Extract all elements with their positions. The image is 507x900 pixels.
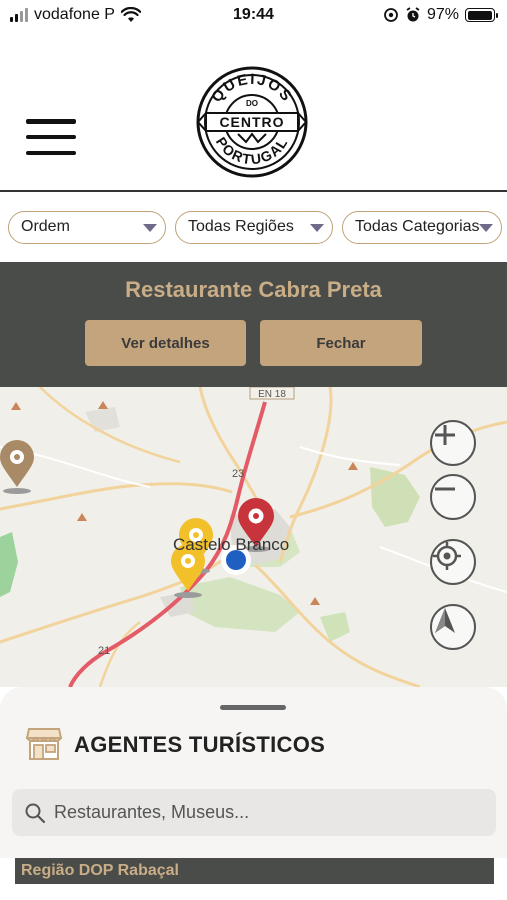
- search-bar[interactable]: [12, 789, 496, 836]
- crosshair-icon: [433, 542, 461, 570]
- zoom-in-button[interactable]: [430, 420, 476, 466]
- order-dropdown-label: Ordem: [21, 218, 70, 235]
- map-view[interactable]: EN 18 23 21 Castelo Branco: [0, 387, 507, 687]
- place-title: Restaurante Cabra Preta: [125, 277, 382, 302]
- svg-text:CENTRO: CENTRO: [219, 114, 284, 130]
- plus-icon: [435, 425, 455, 445]
- status-right: 97%: [383, 6, 498, 24]
- bottom-sheet: AGENTES TURÍSTICOS Região DOP Rabaçal: [0, 687, 507, 900]
- chevron-down-icon: [479, 223, 493, 232]
- road-label-23: 23: [232, 468, 244, 480]
- hamburger-menu-icon[interactable]: [26, 119, 76, 155]
- filter-bar: Ordem Todas Regiões Todas Categorias: [0, 192, 507, 262]
- shop-icon: [26, 728, 62, 760]
- region-header[interactable]: Região DOP Rabaçal: [15, 858, 494, 884]
- category-dropdown[interactable]: Todas Categorias: [342, 210, 502, 244]
- chevron-down-icon: [310, 223, 324, 232]
- location-lock-icon: [384, 8, 398, 22]
- locate-button[interactable]: [430, 539, 476, 585]
- minus-icon: [435, 487, 455, 491]
- cell-signal-icon: [10, 8, 28, 22]
- battery-icon: [465, 8, 498, 22]
- north-arrow-icon: [435, 608, 455, 633]
- close-button[interactable]: Fechar: [260, 320, 422, 366]
- status-bar: vodafone P 19:44 97%: [0, 0, 507, 30]
- pin-brown-icon[interactable]: [0, 440, 34, 494]
- zoom-out-button[interactable]: [430, 474, 476, 520]
- alarm-icon: [406, 7, 420, 22]
- sheet-drag-handle[interactable]: [220, 705, 286, 710]
- queijos-logo: QUEIJOS DO CENTRO PORTUGAL: [196, 66, 308, 178]
- app-header: QUEIJOS DO CENTRO PORTUGAL: [0, 30, 507, 192]
- view-details-button[interactable]: Ver detalhes: [85, 320, 246, 366]
- search-input[interactable]: [54, 802, 484, 823]
- road-label-en18: EN 18: [258, 389, 286, 400]
- region-dropdown-label: Todas Regiões: [188, 218, 294, 235]
- status-left: vodafone P: [10, 6, 141, 24]
- category-dropdown-label: Todas Categorias: [355, 218, 480, 235]
- wifi-icon: [120, 7, 141, 22]
- section-title: AGENTES TURÍSTICOS: [74, 732, 326, 757]
- selected-place-panel: Restaurante Cabra Preta Ver detalhes Fec…: [0, 262, 507, 387]
- carrier-name: vodafone P: [34, 6, 115, 23]
- region-dropdown[interactable]: Todas Regiões: [175, 210, 333, 244]
- svg-text:PORTUGAL: PORTUGAL: [213, 134, 291, 167]
- svg-text:DO: DO: [246, 99, 258, 108]
- battery-percent: 97%: [426, 6, 459, 23]
- region-section: Região DOP Rabaçal: [0, 858, 507, 900]
- map-city-label: Castelo Branco: [173, 535, 290, 554]
- chevron-down-icon: [143, 223, 157, 232]
- compass-button[interactable]: [430, 604, 476, 650]
- road-label-21: 21: [98, 645, 110, 657]
- order-dropdown[interactable]: Ordem: [8, 210, 166, 244]
- search-icon: [25, 803, 46, 823]
